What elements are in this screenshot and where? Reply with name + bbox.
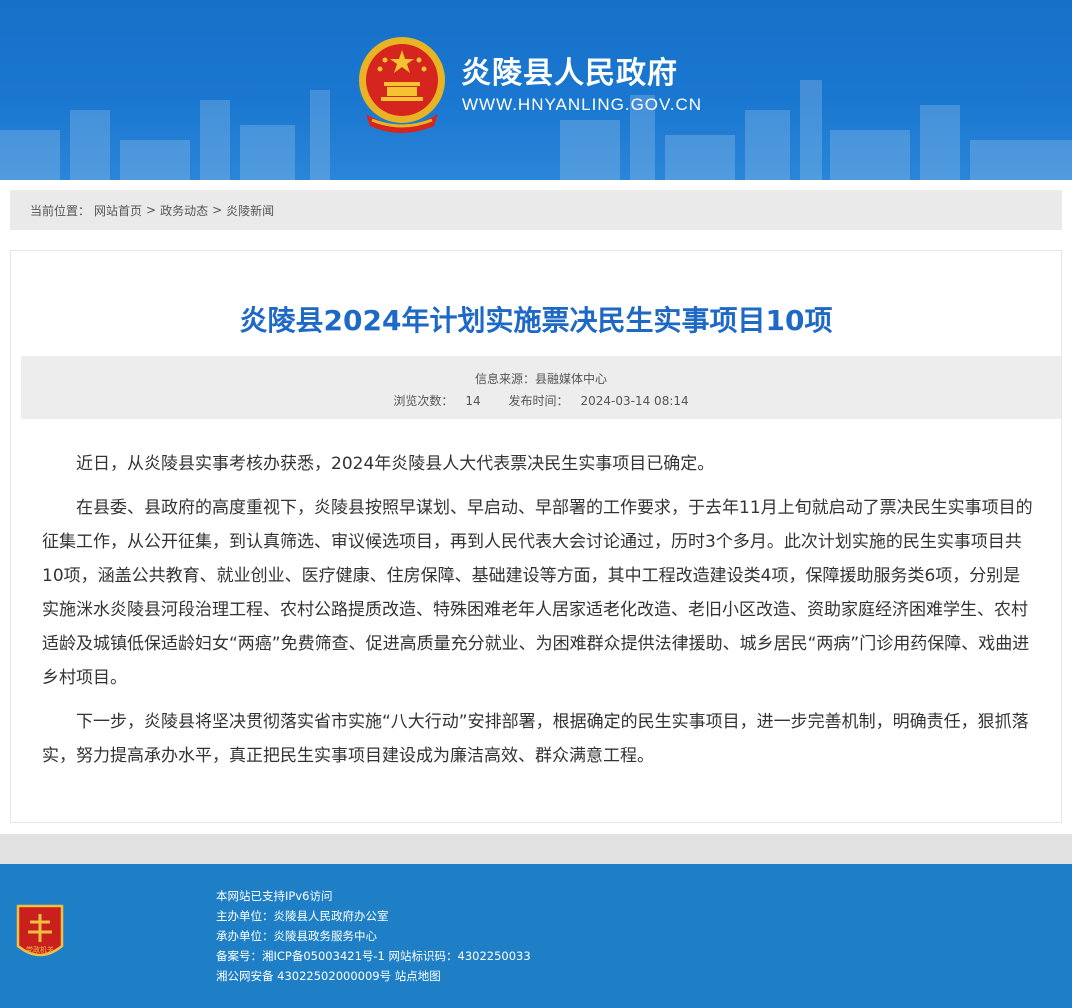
breadcrumb-yanling-news-link[interactable]: 炎陵新闻 (226, 202, 274, 219)
breadcrumb-news-link[interactable]: 政务动态 (160, 202, 208, 219)
views-value: 14 (465, 394, 481, 408)
footer-sponsor: 主办单位：炎陵县人民政府办公室 (216, 909, 389, 923)
article-container: 炎陵县2024年计划实施票决民生实事项目10项 信息来源：县融媒体中心 浏览次数… (10, 250, 1062, 823)
site-footer: 党政机关 本网站已支持IPv6访问 主办单位：炎陵县人民政府办公室 承办单位：炎… (0, 864, 1072, 1008)
badge-text: 党政机关 (26, 945, 54, 954)
published-label: 发布时间： (508, 394, 569, 408)
article-title: 炎陵县2024年计划实施票决民生实事项目10项 (239, 304, 833, 337)
footer-organizer: 承办单位：炎陵县政务服务中心 (216, 929, 377, 943)
breadcrumb: 当前位置： 网站首页 > 政务动态 > 炎陵新闻 (10, 190, 1062, 230)
article-paragraph: 近日，从炎陵县实事考核办获悉，2024年炎陵县人大代表票决民生实事项目已确定。 (76, 454, 715, 474)
article-paragraph: 在县委、县政府的高度重视下，炎陵县按照早谋划、早启动、早部署的工作要求，于去年1… (42, 498, 1033, 688)
footer-info: 本网站已支持IPv6访问 主办单位：炎陵县人民政府办公室 承办单位：炎陵县政务服… (216, 886, 531, 986)
breadcrumb-separator: > (146, 203, 157, 217)
views-label: 浏览次数： (393, 394, 454, 408)
national-emblem-icon (359, 37, 445, 133)
breadcrumb-separator: > (212, 203, 223, 217)
published-value: 2024-03-14 08:14 (580, 394, 689, 408)
article-meta: 信息来源：县融媒体中心 浏览次数： 14 发布时间： 2024-03-14 08:1… (21, 356, 1061, 419)
site-url[interactable]: WWW.HNYANLING.GOV.CN (462, 95, 702, 115)
footer-police-record[interactable]: 湘公网安备 43022502000009号 站点地图 (216, 966, 531, 986)
party-government-agency-badge-icon[interactable]: 党政机关 (14, 902, 66, 966)
footer-icp[interactable]: 备案号：湘ICP备05003421号-1 网站标识码：4302250033 (216, 946, 531, 966)
site-header: 炎陵县人民政府 WWW.HNYANLING.GOV.CN (0, 0, 1072, 180)
source-value: 县融媒体中心 (535, 372, 608, 386)
site-title[interactable]: 炎陵县人民政府 (461, 48, 678, 92)
breadcrumb-prefix: 当前位置： (30, 203, 91, 218)
footer-divider-band (0, 834, 1072, 864)
source-label: 信息来源： (474, 372, 535, 386)
article-paragraph: 下一步，炎陵县将坚决贯彻落实省市实施“八大行动”安排部署，根据确定的民生实事项目… (42, 712, 1029, 766)
breadcrumb-home-link[interactable]: 网站首页 (94, 202, 142, 219)
article-body: 近日，从炎陵县实事考核办获悉，2024年炎陵县人大代表票决民生实事项目已确定。 … (42, 447, 1036, 783)
footer-ipv6-note: 本网站已支持IPv6访问 (216, 889, 333, 903)
